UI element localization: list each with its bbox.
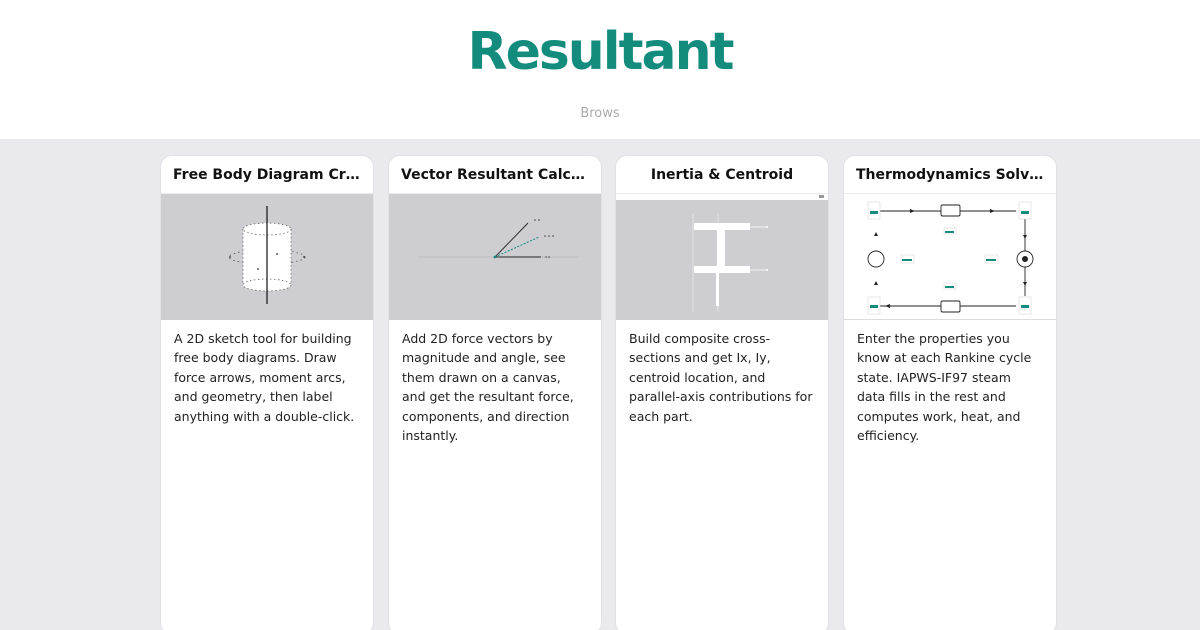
card-title: Inertia & Centroid xyxy=(616,156,828,194)
tool-card-thermodynamics-solver[interactable]: Thermodynamics Solver Enter the properti… xyxy=(843,155,1057,630)
card-description: A 2D sketch tool for building free body … xyxy=(174,331,355,424)
card-description: Add 2D force vectors by magnitude and an… xyxy=(402,331,574,444)
card-description: Build composite cross-sections and get I… xyxy=(629,331,813,424)
free-body-diagram-preview xyxy=(161,194,373,320)
site-title: Resultant xyxy=(467,22,735,82)
tool-card-vector-resultant[interactable]: Vector Resultant Calculator Add 2D force… xyxy=(388,155,602,630)
card-title: Free Body Diagram Creator xyxy=(161,156,373,194)
card-description: Enter the properties you know at each Ra… xyxy=(857,331,1032,444)
site-subtitle: Brows xyxy=(580,106,620,121)
tool-card-free-body-diagram[interactable]: Free Body Diagram Creator A 2D sketch to… xyxy=(160,155,374,630)
vector-resultant-preview xyxy=(389,194,601,320)
card-title: Thermodynamics Solver xyxy=(844,156,1056,194)
inertia-centroid-preview xyxy=(616,194,828,320)
page-header: Resultant Brows xyxy=(0,0,1200,139)
card-title: Vector Resultant Calculator xyxy=(389,156,601,194)
tool-card-inertia-centroid[interactable]: Inertia & Centroid Build composite cross… xyxy=(615,155,829,630)
rankine-cycle-preview xyxy=(844,194,1056,320)
